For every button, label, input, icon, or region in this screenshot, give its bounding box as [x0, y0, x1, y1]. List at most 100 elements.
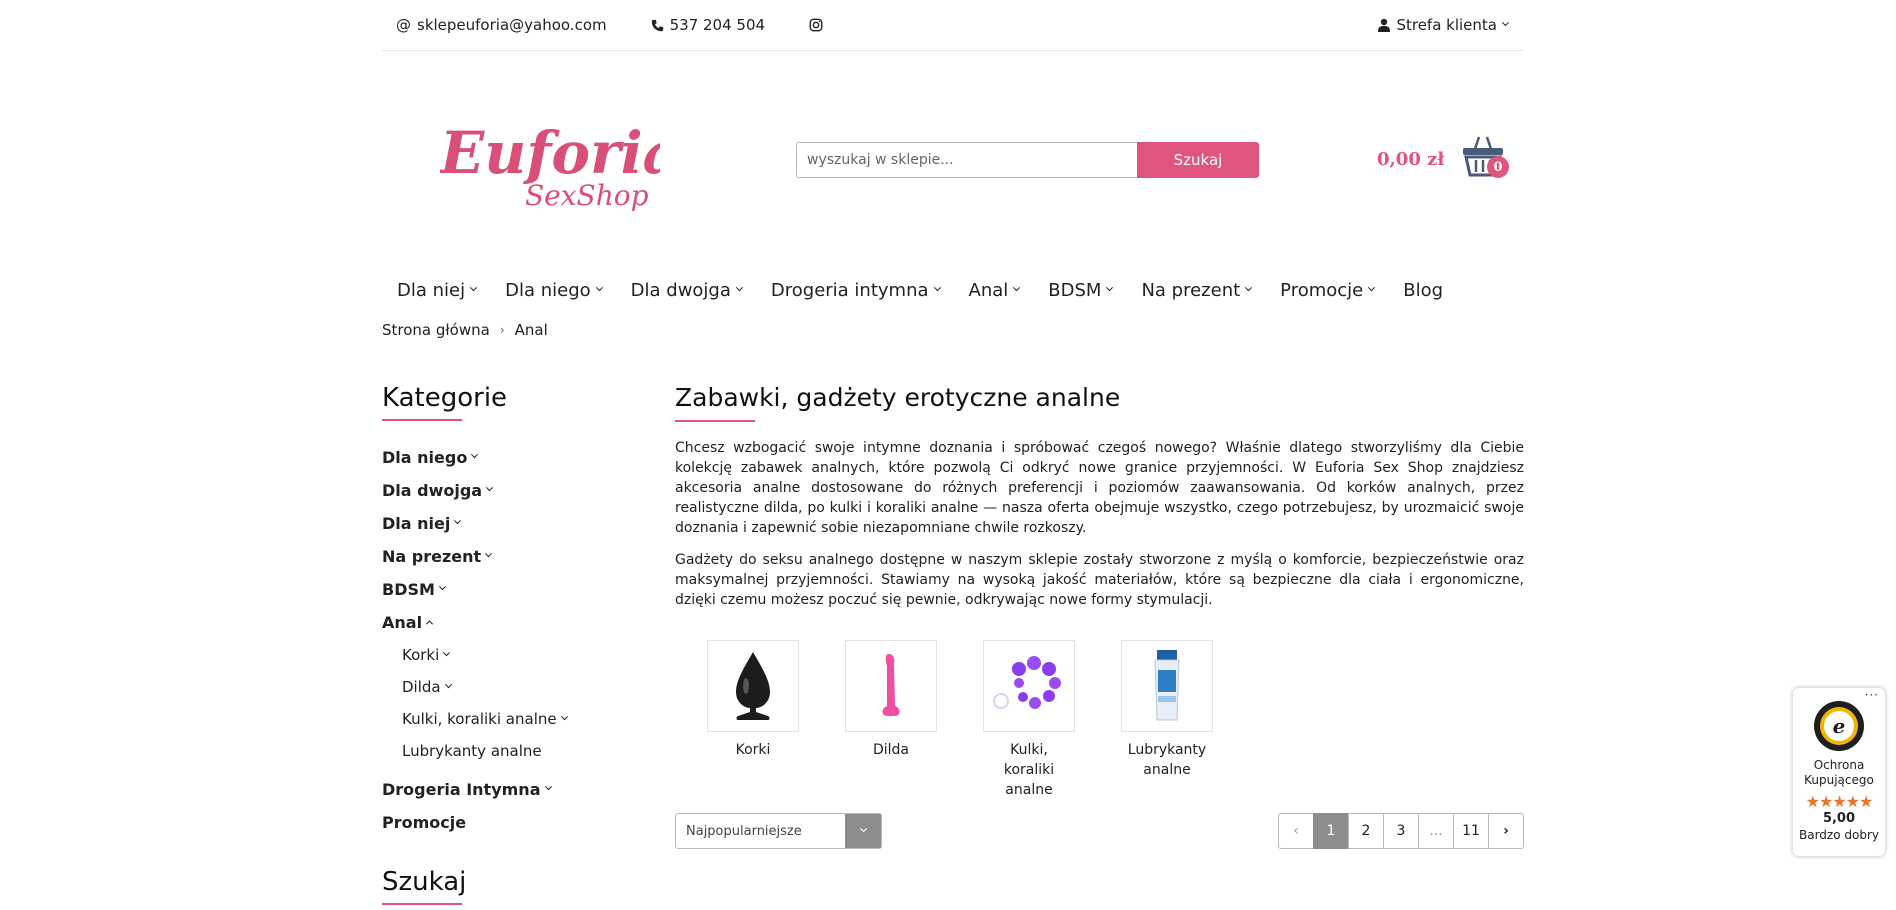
logo-sub-text: SexShop [525, 179, 649, 212]
chevron-down-icon [859, 824, 867, 832]
subcategory-lubrykanty[interactable]: Lubrykanty analne [382, 735, 622, 767]
nav-label: Dla niego [505, 279, 591, 301]
butt-plug-image [707, 640, 799, 732]
category-dla-niego[interactable]: Dla niego [382, 441, 622, 474]
category-label: Drogeria Intymna [382, 780, 541, 799]
trusted-shops-seal-icon: e [1813, 700, 1865, 752]
subcategory-korki[interactable]: Korki [382, 639, 622, 671]
client-zone-label: Strefa klienta [1396, 16, 1497, 34]
nav-item-dla-niej[interactable]: Dla niej [397, 279, 478, 301]
nav-item-dla-niego[interactable]: Dla niego [505, 279, 603, 301]
tile-label: Dilda [872, 742, 910, 758]
category-label: Dla niej [382, 514, 451, 533]
chevron-down-icon [486, 484, 494, 492]
page-button[interactable]: 3 [1383, 813, 1419, 849]
lubricant-image [1121, 640, 1213, 732]
sort-dropdown-button[interactable] [845, 814, 881, 848]
subcategory-kulki[interactable]: Kulki, koraliki analne [382, 703, 622, 735]
phone-icon [651, 19, 664, 32]
more-options-icon[interactable]: ··· [1865, 688, 1879, 702]
breadcrumb-home[interactable]: Strona główna [382, 321, 490, 339]
anal-beads-image [983, 640, 1075, 732]
nav-label: Drogeria intymna [770, 279, 929, 301]
nav-item-blog[interactable]: Blog [1403, 280, 1443, 301]
nav-item-anal[interactable]: Anal [968, 279, 1021, 301]
subcategory-label: Kulki, koraliki analne [402, 710, 557, 728]
nav-label: Dla niej [397, 279, 466, 301]
trusted-shops-badge[interactable]: ··· e Ochrona Kupującego ★★★★★ 5,00 Bard… [1793, 688, 1885, 856]
chevron-right-icon: › [1503, 823, 1509, 839]
chevron-down-icon [485, 550, 493, 558]
email-text: sklepeuforia@yahoo.com [417, 16, 607, 34]
page-button[interactable]: 11 [1453, 813, 1489, 849]
email-contact[interactable]: @ sklepeuforia@yahoo.com [396, 16, 607, 34]
chevron-down-icon [560, 712, 568, 720]
rating-score: 5,00 [1822, 811, 1856, 826]
subcategory-label: Dilda [402, 678, 441, 696]
logo[interactable]: Euforia SexShop [438, 113, 680, 213]
phone-text: 537 204 504 [669, 16, 766, 34]
page-ellipsis: ... [1418, 813, 1454, 849]
nav-label: Dla dwojga [630, 279, 731, 301]
nav-item-promocje[interactable]: Promocje [1280, 279, 1376, 301]
rating-text: Bardzo dobry [1799, 828, 1879, 842]
tile-dilda[interactable]: Dilda [845, 640, 937, 800]
description-paragraph: Chcesz wzbogacić swoje intymne doznania … [675, 440, 1524, 536]
tile-kulki[interactable]: Kulki, koraliki analne [983, 640, 1075, 800]
tile-label: Lubrykanty analne [1127, 742, 1207, 778]
listing-toolbar: Najpopularniejsze ‹ 1 2 3 ... 11 › [675, 813, 1524, 849]
nav-label: Promocje [1280, 279, 1364, 301]
category-dla-dwojga[interactable]: Dla dwojga [382, 474, 622, 507]
category-anal[interactable]: Anal [382, 606, 622, 639]
description-paragraph: Gadżety do seksu analnego dostępne w nas… [675, 552, 1524, 608]
main-content: Zabawki, gadżety erotyczne analne Chcesz… [675, 383, 1524, 849]
cart-count-badge: 0 [1487, 156, 1509, 178]
category-label: Dla niego [382, 448, 468, 467]
subcategory-dilda[interactable]: Dilda [382, 671, 622, 703]
user-icon [1378, 18, 1391, 32]
header: Euforia SexShop Szukaj 0,00 zł 0 [382, 51, 1524, 266]
tile-lubrykanty[interactable]: Lubrykanty analne [1121, 640, 1213, 800]
cart-total[interactable]: 0,00 zł [1377, 149, 1444, 170]
nav-label: Na prezent [1141, 279, 1241, 301]
logo-main-text: Euforia [440, 119, 660, 187]
chevron-right-icon: › [499, 323, 505, 337]
category-bdsm[interactable]: BDSM [382, 573, 622, 606]
nav-item-bdsm[interactable]: BDSM [1048, 279, 1114, 301]
category-na-prezent[interactable]: Na prezent [382, 540, 622, 573]
search-button[interactable]: Szukaj [1137, 142, 1259, 178]
search-bar: Szukaj [796, 142, 1259, 178]
nav-item-dla-dwojga[interactable]: Dla dwojga [630, 279, 743, 301]
page-title: Zabawki, gadżety erotyczne analne [675, 383, 1120, 422]
tile-korki[interactable]: Korki [707, 640, 799, 800]
category-label: Anal [382, 613, 423, 632]
instagram-icon [809, 18, 823, 32]
prev-page-button[interactable]: ‹ [1278, 813, 1314, 849]
category-label: Dla dwojga [382, 481, 483, 500]
nav-item-drogeria-intymna[interactable]: Drogeria intymna [770, 279, 941, 301]
chevron-left-icon: ‹ [1293, 823, 1299, 839]
sort-value: Najpopularniejsze [686, 823, 802, 839]
client-zone-menu[interactable]: Strefa klienta [1378, 16, 1510, 34]
chevron-down-icon [595, 283, 603, 291]
nav-item-na-prezent[interactable]: Na prezent [1141, 279, 1253, 301]
page-button[interactable]: 1 [1313, 813, 1349, 849]
category-dla-niej[interactable]: Dla niej [382, 507, 622, 540]
category-promocje[interactable]: Promocje [382, 806, 622, 839]
category-drogeria-intymna[interactable]: Drogeria Intymna [382, 773, 622, 806]
sort-select[interactable]: Najpopularniejsze [675, 813, 882, 849]
search-input[interactable] [796, 142, 1137, 178]
phone-contact[interactable]: 537 204 504 [651, 16, 765, 34]
main-nav: Dla niej Dla niego Dla dwojga Drogeria i… [382, 270, 1524, 310]
next-page-button[interactable]: › [1488, 813, 1524, 849]
page-button[interactable]: 2 [1348, 813, 1384, 849]
tile-label: Kulki, koraliki analne [1003, 742, 1055, 798]
instagram-link[interactable] [809, 18, 823, 32]
nav-label: BDSM [1048, 279, 1102, 301]
nav-label: Anal [968, 279, 1009, 301]
category-label: BDSM [382, 580, 435, 599]
sidebar-title: Kategorie [382, 383, 507, 421]
sidebar: Kategorie Dla niego Dla dwojga Dla niej … [382, 383, 622, 905]
subcategory-label: Korki [402, 646, 440, 664]
category-label: Promocje [382, 813, 467, 832]
